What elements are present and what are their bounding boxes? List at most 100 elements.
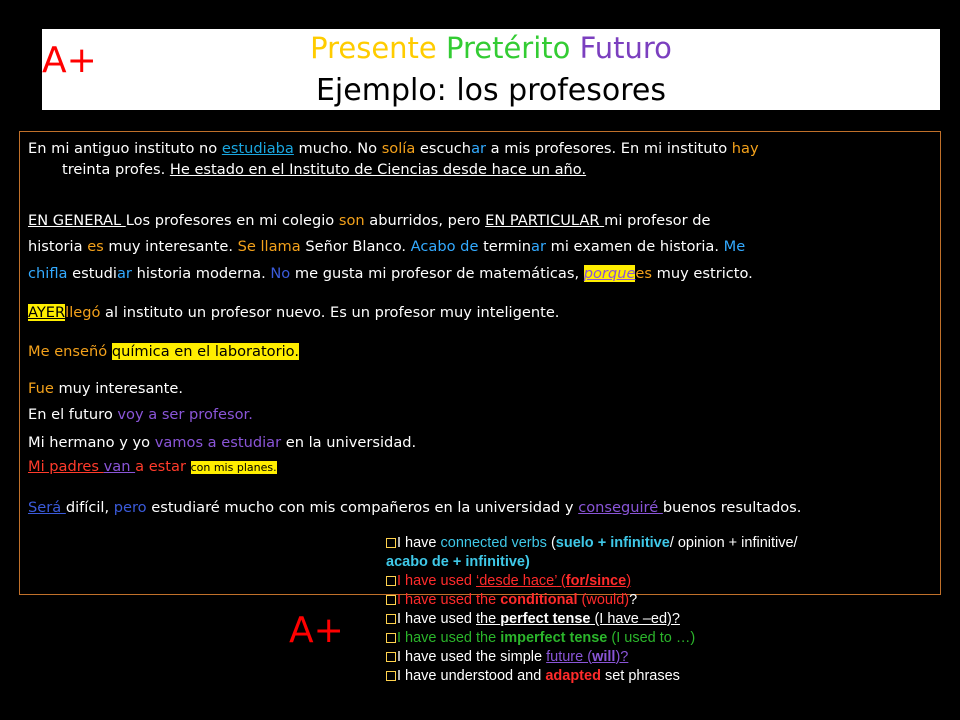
text-segment: termin: [478, 238, 532, 255]
checklist-text: I have used: [397, 573, 476, 589]
text-line-3: EN GENERAL Los profesores en mi colegio …: [28, 211, 938, 231]
checklist-item-future: I have used the simple future (will)?: [386, 648, 946, 667]
checklist-highlight: perfect tense: [500, 611, 591, 627]
checklist-text: I have used the simple: [397, 649, 547, 665]
word-no: No: [270, 265, 291, 282]
checklist-text: (I used to …): [607, 630, 696, 646]
verb-son: son: [338, 212, 365, 229]
title-tenses: Presente Pretérito Futuro: [42, 31, 940, 65]
title-banner: Presente Pretérito Futuro Ejemplo: los p…: [42, 29, 940, 110]
checklist-text: set phrases: [600, 668, 680, 684]
text-segment: historia moderna.: [131, 265, 271, 282]
text-segment: En mi antiguo instituto no: [28, 140, 222, 157]
phrase-mi-padres: Mi padres: [28, 458, 104, 475]
checklist-text: I have used the: [397, 592, 501, 608]
checklist-text: I have: [397, 535, 441, 551]
text-segment: buenos resultados.: [662, 499, 802, 516]
checklist-highlight: acabo de + infinitive): [386, 554, 530, 570]
checklist-highlight: connected verbs: [440, 535, 547, 551]
checklist-text: I have used the: [397, 630, 501, 646]
text-segment: escuch: [415, 140, 472, 157]
verb-ending: ar: [531, 238, 546, 255]
grade-top: A+: [42, 40, 97, 81]
text-line-5: chifla estudiar historia moderna. No me …: [28, 264, 938, 284]
text-segment: mi profesor de matemáticas,: [363, 265, 584, 282]
title-preterito: Pretérito: [445, 31, 571, 65]
text-segment: Mi hermano y yo: [28, 434, 155, 451]
checklist-text: )?: [615, 649, 629, 665]
verb-llego: llegó: [65, 304, 101, 321]
time-marker-ayer: AYER: [28, 304, 66, 321]
connective-pero: pero: [113, 499, 147, 516]
text-segment: Los profesores en mi colegio: [125, 212, 339, 229]
checkbox-icon: [386, 671, 396, 681]
verb-solia: solía: [381, 140, 416, 157]
text-segment: al instituto un profesor nuevo. Es un pr…: [100, 304, 560, 321]
checkbox-icon: [386, 633, 396, 643]
checklist-item-imperfect-tense: I have used the imperfect tense (I used …: [386, 629, 946, 648]
text-segment: mucho. No: [293, 140, 382, 157]
text-segment: en la universidad.: [281, 434, 417, 451]
connective-porque: porque: [583, 265, 636, 282]
checklist-text: (I have –ed)?: [590, 611, 680, 627]
checkbox-icon: [386, 576, 396, 586]
checklist-text: I have used: [397, 611, 476, 627]
verb-ending: ar: [471, 140, 487, 157]
text-segment: mi examen de historia.: [546, 238, 724, 255]
checklist-highlight: imperfect tense: [500, 630, 608, 646]
phrase-desde-hace: He estado en el Instituto de Ciencias de…: [169, 161, 587, 178]
checklist-text: I have understood and: [397, 668, 546, 684]
checklist-highlight: conditional: [500, 592, 578, 608]
checklist-item-perfect-tense: I have used the perfect tense (I have –e…: [386, 610, 946, 629]
checklist-item-desde-hace: I have used ‘desde hace’ (for/since): [386, 572, 946, 591]
text-segment: difícil,: [65, 499, 114, 516]
text-line-9: En el futuro voy a ser profesor.: [28, 405, 938, 425]
text-segment: En el futuro: [28, 406, 118, 423]
text-segment: a mis profesores. En mi instituto: [486, 140, 732, 157]
text-line-2: treinta profes. He estado en el Institut…: [28, 160, 960, 180]
checklist-highlight: adapted: [545, 668, 601, 684]
phrase-con-mis-planes: con mis planes.: [190, 461, 277, 474]
verb-sera: Será: [28, 499, 66, 516]
text-line-8: Fue muy interesante.: [28, 379, 938, 399]
verb-hay: hay: [731, 140, 759, 157]
checkbox-icon: [386, 652, 396, 662]
verb-vamos-a-estudiar: vamos a estudiar: [154, 434, 282, 451]
verb-conseguire: conseguiré: [578, 499, 663, 516]
text-line-12: Será difícil, pero estudiaré mucho con m…: [28, 498, 938, 518]
text-segment: treinta profes.: [62, 161, 170, 178]
verb-chifla: chifla: [28, 265, 68, 282]
phrase-en-general: EN GENERAL: [28, 212, 126, 229]
text-line-11: Mi padres van a estar con mis planes.: [28, 457, 938, 478]
checklist-text: (would): [577, 592, 630, 608]
checklist-highlight: for/since: [565, 573, 627, 589]
verb-acabo-de: Acabo de: [410, 238, 479, 255]
title-futuro: Futuro: [579, 31, 672, 65]
phrase-quimica: química en el laboratorio.: [111, 343, 299, 360]
checkbox-icon: [386, 538, 396, 548]
verb-es: es: [87, 238, 104, 255]
text-line-7: Me enseñó química en el laboratorio.: [28, 342, 938, 362]
text-segment: muy interesante.: [103, 238, 238, 255]
verb-es: es: [635, 265, 653, 282]
checkbox-icon: [386, 595, 396, 605]
text-segment: estudi: [67, 265, 117, 282]
text-line-10: Mi hermano y yo vamos a estudiar en la u…: [28, 433, 938, 453]
checklist-text: (: [556, 573, 566, 589]
checklist-text: the: [476, 611, 501, 627]
text-segment: historia: [28, 238, 88, 255]
title-presente: Presente: [310, 31, 437, 65]
grade-bottom: A+: [289, 610, 344, 651]
checklist: I have connected verbs ( suelo + infiniti…: [386, 534, 946, 686]
checklist-highlight: suelo + infinitive: [555, 535, 670, 551]
verb-estudiaba: estudiaba: [221, 140, 294, 157]
checklist-item-conditional: I have used the conditional (would)?: [386, 591, 946, 610]
verb-se-llama: Se llama: [237, 238, 301, 255]
checklist-highlight: will: [592, 649, 616, 665]
checklist-highlight: ‘desde hace’: [476, 573, 557, 589]
verb-me: Me: [723, 238, 746, 255]
text-line-4: historia es muy interesante. Se llama Se…: [28, 237, 938, 257]
text-segment: aburridos, pero: [364, 212, 486, 229]
verb-van: van: [103, 458, 136, 475]
verb-fue: Fue: [28, 380, 54, 397]
